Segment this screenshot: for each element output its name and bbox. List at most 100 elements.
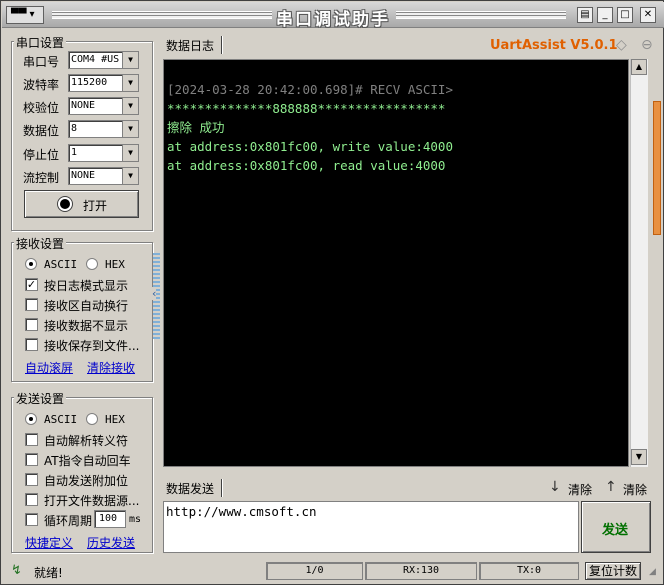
maximize-icon: □: [620, 9, 630, 20]
receive-hex-radio[interactable]: [86, 258, 98, 270]
globe-icon[interactable]: ⊖: [641, 37, 653, 53]
chevron-down-icon: ▼: [122, 145, 138, 161]
send-button-label: 发送: [602, 523, 629, 538]
send-ascii-radio[interactable]: [25, 413, 37, 425]
scroll-down-icon[interactable]: ▼: [631, 449, 647, 465]
log-mode-label: 按日志模式显示: [44, 279, 129, 293]
log-line: [2024-03-28 20:42:00.698]# RECV ASCII>: [167, 82, 453, 97]
append-bits-checkbox[interactable]: [25, 473, 38, 486]
tab-divider: [221, 36, 222, 54]
send-group-title: 发送设置: [14, 390, 67, 407]
file-source-label: 打开文件数据源...: [44, 494, 140, 508]
baud-select[interactable]: 115200 ▼: [68, 74, 139, 92]
open-button-label: 打开: [83, 199, 108, 213]
save-file-checkbox[interactable]: [25, 338, 38, 351]
reset-count-label: 复位计数: [588, 564, 637, 578]
close-button[interactable]: ✕: [640, 7, 656, 23]
close-icon: ✕: [643, 9, 653, 20]
databits-select[interactable]: 8 ▼: [68, 120, 139, 138]
status-page-text: 1/0: [305, 565, 324, 576]
at-cr-label: AT指令自动回车: [44, 454, 131, 468]
log-line: **************888888*****************: [167, 101, 446, 116]
open-port-button[interactable]: 打开: [24, 190, 139, 218]
log-line: at address:0x801fc00, write value:4000: [167, 139, 453, 154]
hide-data-checkbox[interactable]: [25, 318, 38, 331]
chevron-down-icon: ▼: [122, 75, 138, 91]
flow-value: NONE: [71, 170, 96, 181]
log-scrollbar[interactable]: ▲ ▼: [630, 59, 648, 467]
chevron-down-icon: ▼: [122, 98, 138, 114]
history-link[interactable]: 历史发送: [87, 534, 135, 551]
parity-select[interactable]: NONE ▼: [68, 97, 139, 115]
port-value: COM4 #US: [71, 54, 120, 65]
stopbits-value: 1: [71, 147, 78, 158]
receive-group-title: 接收设置: [14, 235, 67, 252]
stopbits-label: 停止位: [23, 148, 60, 162]
clear-send-button[interactable]: 清除: [623, 481, 647, 498]
chevron-down-icon: ▼: [122, 52, 138, 68]
send-hex-radio[interactable]: [86, 413, 98, 425]
diamond-icon[interactable]: ◇: [616, 37, 627, 53]
status-rx-text: RX:130: [402, 565, 440, 576]
baud-value: 115200: [71, 77, 108, 88]
reset-count-button[interactable]: 复位计数: [585, 562, 641, 580]
minimize-icon: _: [602, 9, 608, 20]
loop-unit: ms: [129, 514, 142, 525]
send-button[interactable]: 发送: [581, 501, 651, 553]
receive-log[interactable]: [2024-03-28 20:42:00.698]# RECV ASCII> *…: [163, 59, 629, 467]
app-window: ▀▀ ▾ 串口调试助手 ▤ _ □ ✕ 串口设置 串口号 COM4 #US ▼ 波…: [0, 0, 664, 585]
shortcut-link[interactable]: 快捷定义: [25, 534, 73, 551]
loop-period-input[interactable]: 100: [94, 510, 126, 528]
clear-down-icon: ↓: [549, 479, 561, 495]
auto-wrap-label: 接收区自动换行: [44, 299, 129, 313]
log-mode-checkbox[interactable]: ✓: [25, 278, 38, 291]
ready-icon: ↯: [11, 563, 22, 578]
loop-period-value: 100: [99, 513, 118, 524]
file-source-checkbox[interactable]: [25, 493, 38, 506]
serial-group-title: 串口设置: [14, 34, 67, 51]
scroll-up-icon[interactable]: ▲: [631, 59, 647, 75]
maximize-button[interactable]: □: [617, 7, 633, 23]
send-hex-label: HEX: [105, 413, 125, 426]
autoscroll-link[interactable]: 自动滚屏: [25, 359, 73, 376]
stopbits-select[interactable]: 1 ▼: [68, 144, 139, 162]
databits-value: 8: [71, 123, 78, 134]
receive-hex-label: HEX: [105, 258, 125, 271]
receive-ascii-radio[interactable]: [25, 258, 37, 270]
resize-grip-icon[interactable]: ◢: [649, 567, 656, 577]
port-label: 串口号: [23, 55, 60, 69]
panel-splitter[interactable]: ‹: [152, 253, 160, 339]
clear-receive-link[interactable]: 清除接收: [87, 359, 135, 376]
escape-checkbox[interactable]: [25, 433, 38, 446]
tab-data-send[interactable]: 数据发送: [166, 480, 214, 497]
receive-ascii-label: ASCII: [44, 258, 78, 271]
flow-select[interactable]: NONE ▼: [68, 167, 139, 185]
port-status-icon: [58, 197, 72, 211]
escape-label: 自动解析转义符: [44, 434, 129, 448]
log-line: 擦除 成功: [167, 120, 225, 135]
clear-receive-button[interactable]: 清除: [568, 481, 592, 498]
pin-button[interactable]: ▤: [577, 7, 593, 23]
loop-checkbox[interactable]: [25, 513, 38, 526]
status-page: 1/0: [266, 562, 363, 580]
port-select[interactable]: COM4 #US ▼: [68, 51, 139, 69]
parity-label: 校验位: [23, 101, 60, 115]
send-input-text: http://www.cmsoft.cn: [166, 504, 317, 519]
side-accent-bar: [653, 101, 661, 235]
at-cr-checkbox[interactable]: [25, 453, 38, 466]
chevron-down-icon: ▼: [122, 168, 138, 184]
send-input[interactable]: http://www.cmsoft.cn: [163, 501, 579, 553]
brand-label: UartAssist V5.0.1: [490, 38, 618, 53]
minimize-button[interactable]: _: [597, 7, 613, 23]
status-ready: 就绪!: [34, 566, 63, 580]
auto-wrap-checkbox[interactable]: [25, 298, 38, 311]
clear-up-icon: ↑: [605, 479, 617, 495]
tab-data-log[interactable]: 数据日志: [166, 37, 214, 54]
databits-label: 数据位: [23, 124, 60, 138]
flow-label: 流控制: [23, 171, 60, 185]
tab-divider: [221, 479, 222, 497]
send-ascii-label: ASCII: [44, 413, 78, 426]
append-bits-label: 自动发送附加位: [44, 474, 129, 488]
title-bar[interactable]: ▀▀ ▾ 串口调试助手 ▤ _ □ ✕: [2, 2, 664, 30]
window-title: 串口调试助手: [276, 10, 390, 30]
